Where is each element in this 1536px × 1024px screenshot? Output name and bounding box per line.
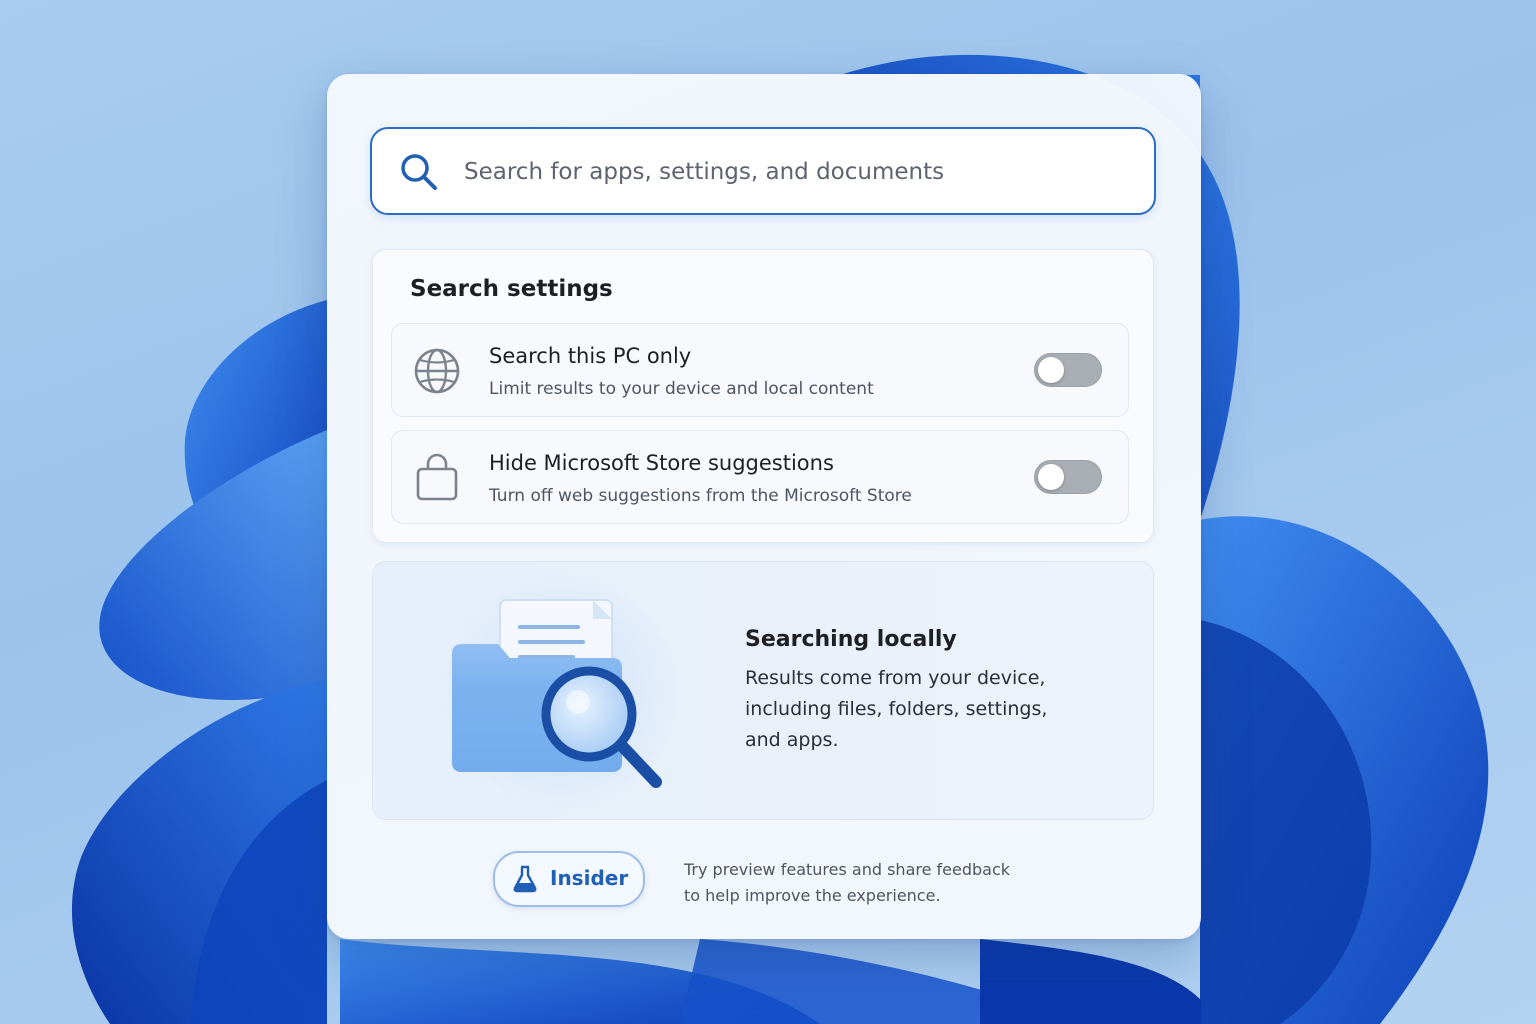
globe-icon	[414, 348, 460, 394]
setting-row-search-this-pc[interactable]: Search this PC only Limit results to you…	[391, 323, 1129, 417]
insider-label: Insider	[550, 866, 629, 890]
insider-note-line: Try preview features and share feedback	[684, 860, 1011, 879]
flask-icon	[513, 865, 537, 893]
searching-locally-card: Searching locally Results come from your…	[372, 561, 1154, 820]
setting-title: Hide Microsoft Store suggestions	[489, 451, 834, 475]
toggle-knob	[1038, 464, 1064, 490]
toggle-knob	[1038, 357, 1064, 383]
setting-subtitle: Turn off web suggestions from the Micros…	[489, 486, 912, 506]
setting-row-hide-store-suggestions[interactable]: Hide Microsoft Store suggestions Turn of…	[391, 430, 1129, 524]
search-this-pc-toggle[interactable]	[1034, 353, 1102, 387]
setting-title: Search this PC only	[489, 344, 692, 368]
searching-locally-body: Results come from your device, including…	[745, 667, 1048, 751]
search-box[interactable]	[370, 127, 1156, 215]
searching-locally-title: Searching locally	[745, 627, 957, 652]
insider-note: Try preview features and share feedback …	[684, 857, 1064, 909]
search-settings-title: Search settings	[410, 276, 613, 302]
search-settings-card: Search settings Search this PC only Limi…	[372, 249, 1154, 543]
setting-subtitle: Limit results to your device and local c…	[489, 379, 874, 399]
insider-button[interactable]: Insider	[493, 851, 645, 907]
search-icon	[401, 154, 437, 190]
folder-search-illustration	[442, 574, 678, 810]
search-input[interactable]	[462, 149, 1126, 195]
shopping-bag-icon	[416, 453, 458, 501]
hide-store-suggestions-toggle[interactable]	[1034, 460, 1102, 494]
search-panel: Search settings Search this PC only Limi…	[327, 74, 1201, 939]
insider-note-line: to help improve the experience.	[684, 886, 941, 905]
